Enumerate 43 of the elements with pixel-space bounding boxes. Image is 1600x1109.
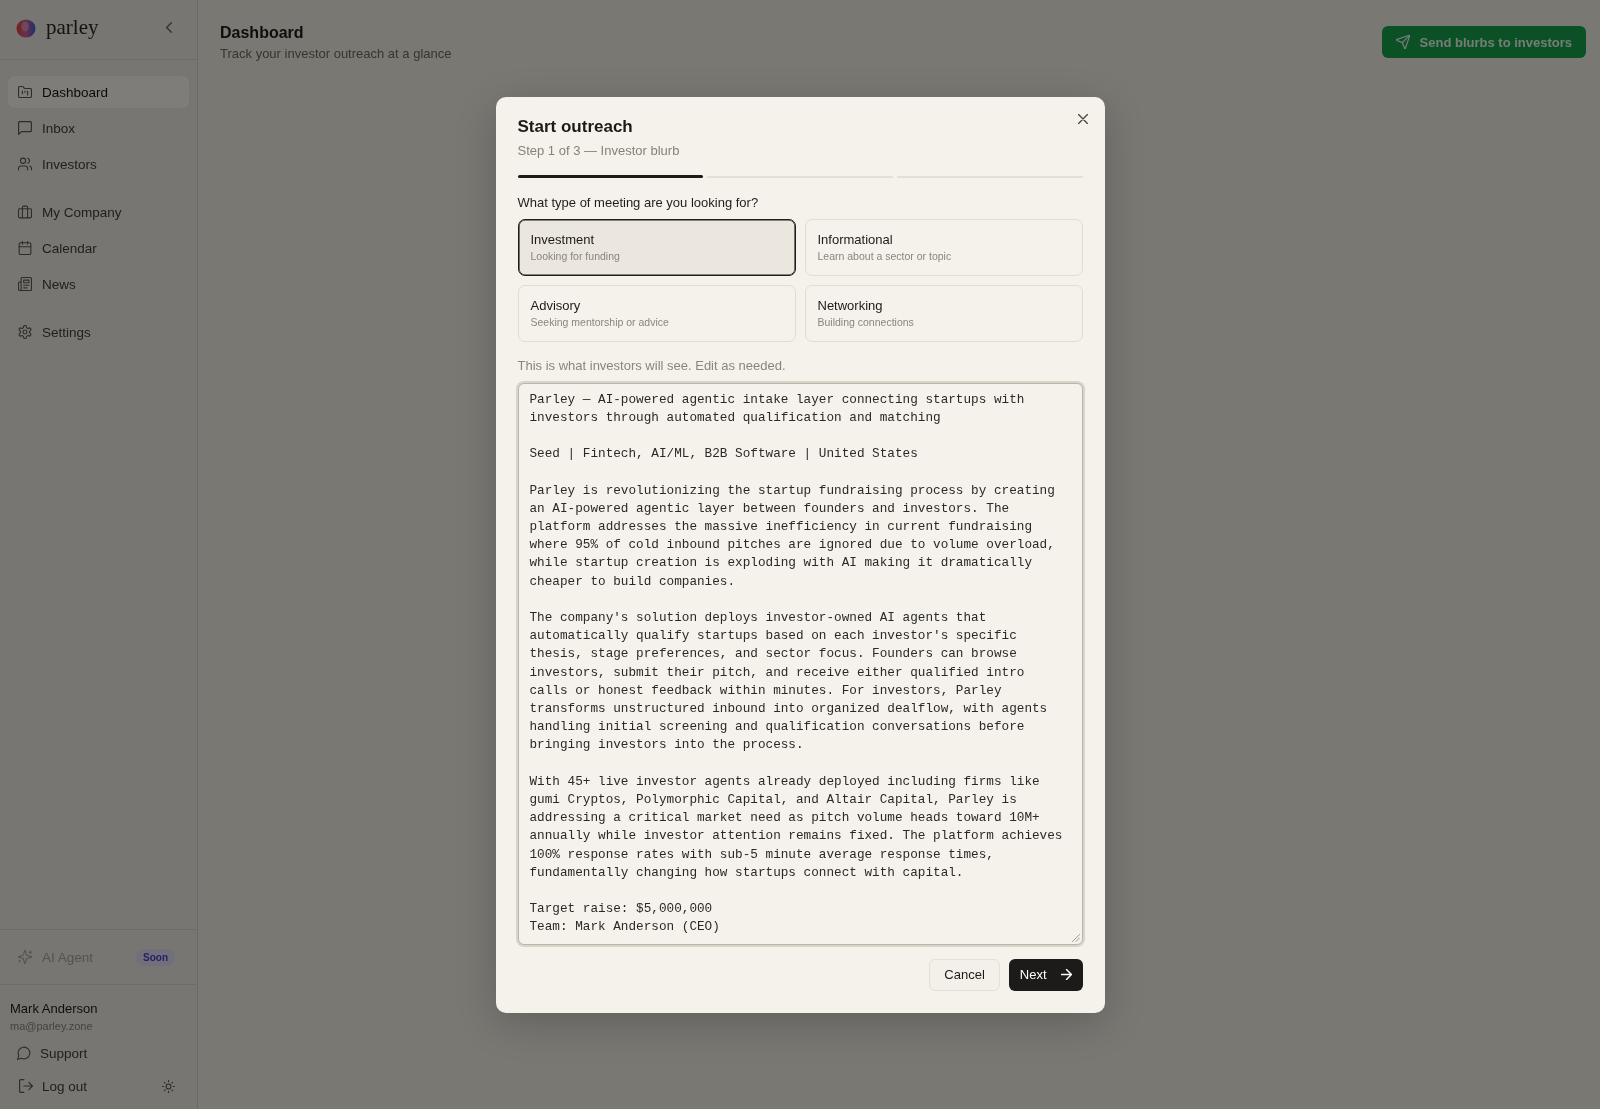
sidebar-item[interactable]: News [8,268,189,300]
calendar-icon [18,241,32,255]
newspaper-icon [18,277,32,291]
briefcase-icon [18,205,32,219]
page-title: Dashboard [220,23,305,43]
users-icon [18,157,32,171]
settings-icon [18,325,32,339]
folder-icon [18,85,32,99]
logout-icon [19,1079,33,1093]
blurb-textarea[interactable]: Parley — AI-powered agentic intake layer connecting startups with investors through automated qualification and matching Seed | Fintech, AI/ML, B2B Software | United States Parley is revolutionizing the startup fundraising process by creating an AI-powered agentic layer between founders and investors. The platform addresses the massive inefficiency in current fundraising where 95% of cold inbound pitches are ignored due to volume overload, while startup creation is exploding with AI making it dramatically cheaper to build companies. The company's solution deploys investor-owned AI agents that automatically qualify startups based on each investor's specific thesis, stage preferences, and sector focus. Founders can browse investors, submit their pitch, and receive either qualified intro calls or honest feedback within minutes. For investors, Parley transforms unstructured inbound into organized dealflow, with agents handling initial screening and qualification conversations before bringing investors into the process. With 45+ live investor agents already deployed including firms like gumi Cryptos, Polymorphic Capital, and Altair Capital, Parley is addressing a critical market need as pitch volume heads toward 10M+ annually while investor attention remains fixed. The platform achieves 100% response rates with sub-5 minute average response times, fundamentally changing how startups connect with capital. Target raise: $5,000,000 Team: Mark Anderson (CEO) [517,382,1083,945]
chevron-left-icon[interactable] [166,22,172,33]
resize-handle-icon [1071,933,1080,942]
send-icon [1395,35,1410,49]
step-label: Step 1 of 3 — Investor blurb [517,141,681,160]
cancel-button[interactable]: Cancel [929,958,1000,991]
chat-bubble-icon [18,121,32,135]
arrow-right-icon [1060,969,1072,980]
brand-name: parley [46,14,99,39]
sidebar-item[interactable]: Dashboard [8,76,189,108]
meeting-type-option[interactable]: Informational Learn about a sector or topic [804,218,1083,276]
page-subtitle: Track your investor outreach at a glance [220,45,452,63]
question-label: What type of meeting are you looking for? [517,193,760,211]
meeting-type-option[interactable]: Investment Looking for funding [517,218,796,276]
sun-icon[interactable] [162,1079,175,1093]
sidebar-item[interactable]: Settings [8,316,189,348]
speech-bubble-icon [17,1046,31,1060]
sparkles-icon [18,950,32,964]
sidebar-item[interactable]: My Company [8,196,189,228]
support-link[interactable]: Support [10,1037,92,1069]
meeting-type-option[interactable]: Networking Building connections [804,284,1083,342]
dialog-title: Start outreach [517,115,634,138]
hint-text: This is what investors will see. Edit as needed. [517,356,787,375]
send-blurbs-button[interactable]: Send blurbs to investors [1381,26,1586,58]
meeting-type-option[interactable]: Advisory Seeking mentorship or advice [517,284,796,342]
status-badge: Soon [136,948,175,966]
logo-icon [16,18,36,38]
logout-button[interactable]: Log out [10,1070,92,1102]
sidebar-item[interactable]: Investors [8,148,189,180]
user-name: Mark Anderson [10,1000,99,1017]
close-icon[interactable] [1077,113,1088,124]
sidebar-item[interactable]: Calendar [8,232,189,264]
sidebar-item[interactable]: Inbox [8,112,189,144]
next-button[interactable]: Next [1008,958,1083,991]
